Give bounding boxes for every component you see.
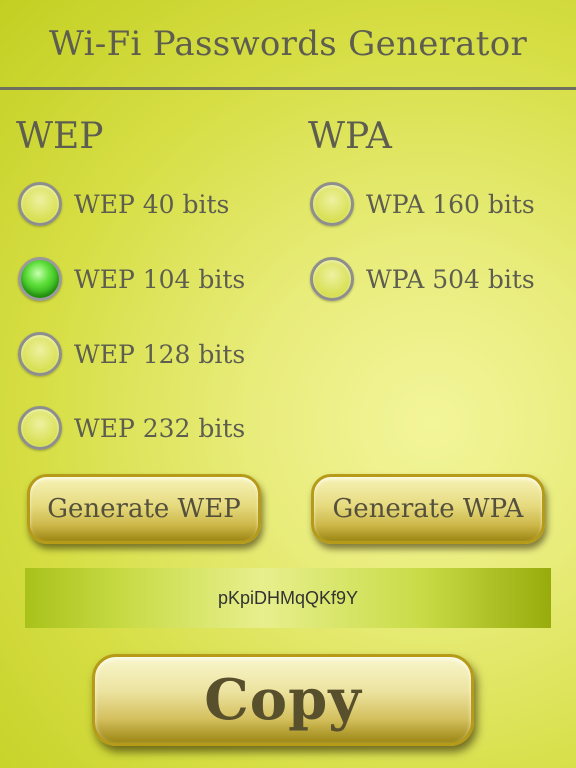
wep-option-label: WEP 128 bits: [74, 339, 246, 369]
wpa-option-504[interactable]: WPA 504 bits: [310, 253, 535, 305]
wep-option-label: WEP 104 bits: [74, 264, 246, 294]
title-divider: [0, 87, 576, 90]
wpa-option-160[interactable]: WPA 160 bits: [310, 178, 535, 230]
wep-heading: WEP: [16, 116, 104, 157]
password-output[interactable]: pKpiDHMqQKf9Y: [25, 568, 551, 628]
radio-button[interactable]: [310, 182, 354, 226]
wpa-heading: WPA: [308, 116, 392, 157]
radio-button[interactable]: [18, 332, 62, 376]
radio-button[interactable]: [18, 406, 62, 450]
password-text: pKpiDHMqQKf9Y: [217, 587, 359, 608]
radio-button[interactable]: [18, 182, 62, 226]
wpa-option-label: WPA 160 bits: [366, 189, 535, 219]
generate-wep-button[interactable]: Generate WEP: [27, 474, 261, 544]
generate-wpa-button[interactable]: Generate WPA: [311, 474, 545, 544]
copy-button[interactable]: Copy: [92, 654, 474, 746]
wep-option-128[interactable]: WEP 128 bits: [18, 328, 245, 380]
wep-option-104[interactable]: WEP 104 bits: [18, 253, 245, 305]
radio-button-selected[interactable]: [18, 257, 62, 301]
wpa-option-label: WPA 504 bits: [366, 264, 535, 294]
wep-option-label: WEP 40 bits: [74, 189, 230, 219]
wep-option-label: WEP 232 bits: [74, 413, 246, 443]
radio-button[interactable]: [310, 257, 354, 301]
app-title: Wi-Fi Passwords Generator: [48, 24, 528, 64]
wep-option-232[interactable]: WEP 232 bits: [18, 402, 245, 454]
wep-option-40[interactable]: WEP 40 bits: [18, 178, 229, 230]
